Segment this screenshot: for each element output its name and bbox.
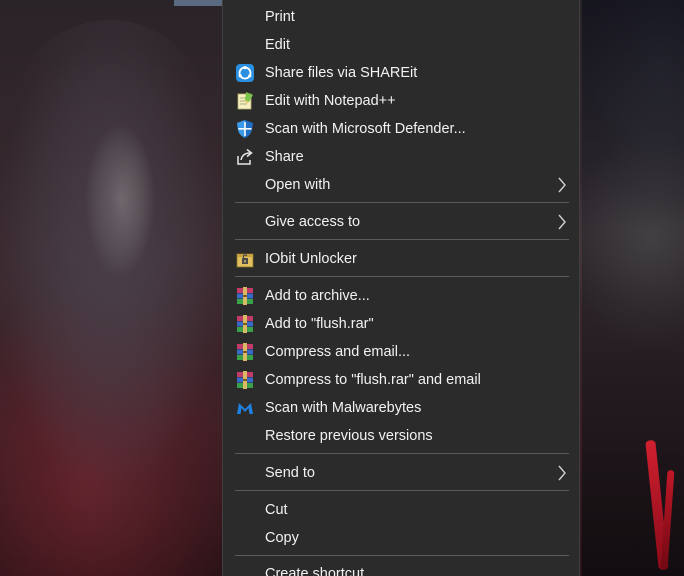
chevron-right-icon	[558, 214, 566, 230]
winrar-icon	[237, 287, 253, 305]
menu-item-share[interactable]: Share	[223, 143, 579, 171]
menu-item-label: Scan with Microsoft Defender...	[265, 121, 466, 137]
menu-item-label: Edit	[265, 37, 290, 53]
menu-item-add-to-flush-rar[interactable]: Add to "flush.rar"	[223, 310, 579, 338]
menu-separator	[235, 239, 569, 240]
menu-item-label: Give access to	[265, 214, 361, 230]
menu-item-label: Compress to "flush.rar" and email	[265, 372, 481, 388]
menu-item-label: Compress and email...	[265, 344, 411, 360]
selected-file-highlight	[174, 0, 222, 6]
notepad-plus-plus-icon	[237, 92, 253, 110]
menu-item-label: Print	[265, 9, 295, 25]
menu-item-notepad-plus-plus[interactable]: Edit with Notepad++	[223, 87, 579, 115]
context-menu: Print Edit Share files via SHAREit Edit …	[222, 0, 580, 576]
menu-item-label: IObit Unlocker	[265, 251, 357, 267]
menu-item-malwarebytes[interactable]: Scan with Malwarebytes	[223, 394, 579, 422]
menu-item-cut[interactable]: Cut	[223, 496, 579, 524]
menu-item-label: Open with	[265, 177, 331, 193]
menu-item-compress-and-email[interactable]: Compress and email...	[223, 338, 579, 366]
winrar-icon	[237, 315, 253, 333]
menu-item-label: Cut	[265, 502, 288, 518]
microsoft-defender-icon	[237, 120, 253, 138]
menu-item-add-to-archive[interactable]: Add to archive...	[223, 282, 579, 310]
menu-item-restore-previous-versions[interactable]: Restore previous versions	[223, 422, 579, 450]
menu-item-open-with[interactable]: Open with	[223, 171, 579, 199]
winrar-icon	[237, 343, 253, 361]
menu-item-label: Create shortcut	[265, 566, 365, 576]
menu-item-label: Add to "flush.rar"	[265, 316, 374, 332]
menu-item-label: Edit with Notepad++	[265, 93, 396, 109]
menu-item-label: Share	[265, 149, 304, 165]
winrar-icon	[237, 371, 253, 389]
menu-separator	[235, 453, 569, 454]
menu-item-shareit[interactable]: Share files via SHAREit	[223, 59, 579, 87]
menu-item-copy[interactable]: Copy	[223, 524, 579, 552]
menu-item-label: Send to	[265, 465, 315, 481]
menu-separator	[235, 490, 569, 491]
menu-item-edit[interactable]: Edit	[223, 31, 579, 59]
menu-separator	[235, 276, 569, 277]
menu-item-create-shortcut[interactable]: Create shortcut	[223, 560, 579, 576]
iobit-unlocker-icon	[236, 253, 254, 268]
menu-item-label: Copy	[265, 530, 299, 546]
menu-item-label: Add to archive...	[265, 288, 370, 304]
shareit-icon	[236, 64, 254, 82]
menu-item-label: Scan with Malwarebytes	[265, 400, 422, 416]
menu-item-print[interactable]: Print	[223, 3, 579, 31]
menu-item-label: Share files via SHAREit	[265, 65, 418, 81]
menu-separator	[235, 555, 569, 556]
chevron-right-icon	[558, 465, 566, 481]
menu-item-label: Restore previous versions	[265, 428, 433, 444]
wallpaper-figure-left	[10, 20, 210, 560]
share-icon	[237, 148, 253, 165]
menu-item-iobit-unlocker[interactable]: IObit Unlocker	[223, 245, 579, 273]
menu-item-send-to[interactable]: Send to	[223, 459, 579, 487]
menu-item-give-access-to[interactable]: Give access to	[223, 208, 579, 236]
menu-item-compress-to-flush-rar-and-email[interactable]: Compress to "flush.rar" and email	[223, 366, 579, 394]
chevron-right-icon	[558, 177, 566, 193]
menu-separator	[235, 202, 569, 203]
malwarebytes-icon	[237, 403, 253, 414]
menu-item-microsoft-defender[interactable]: Scan with Microsoft Defender...	[223, 115, 579, 143]
